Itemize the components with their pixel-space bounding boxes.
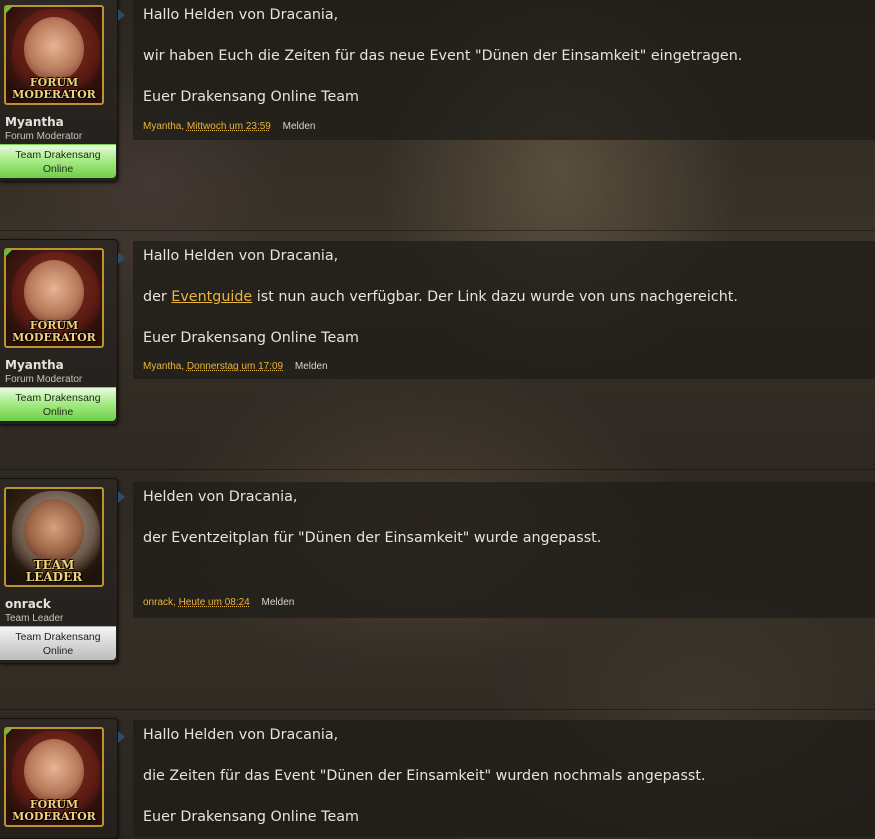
rank-badge: FORUM MODERATOR [12,319,96,344]
post-footer: Myantha, Donnerstag um 17:09 Melden [143,361,328,372]
divider [0,709,875,710]
username[interactable]: Myantha [5,115,64,129]
message-line: Hallo Helden von Dracania, [143,248,339,264]
message-line: der Eventzeitplan für "Dünen der Einsamk… [143,530,602,546]
message-line: wir haben Euch die Zeiten für das neue E… [143,48,743,64]
user-info-panel: TEAM LEADER onrack Team Leader Team Drak… [0,478,125,664]
message-line: die Zeiten für das Event "Dünen der Eins… [143,768,706,784]
status-badge: Team Drakensang Online [0,387,116,421]
username[interactable]: onrack [5,597,51,611]
message-box: Hallo Helden von Dracania, der Eventguid… [133,241,875,379]
message-box: Hallo Helden von Dracania, die Zeiten fü… [133,720,875,837]
post-date-link[interactable]: Mittwoch um 23:59 [187,121,271,132]
message-line: Euer Drakensang Online Team [143,89,359,105]
report-link[interactable]: Melden [262,597,295,608]
online-indicator-icon [6,729,14,737]
user-info-panel: FORUM MODERATOR Myantha Forum Moderator … [0,0,125,182]
rank-badge: FORUM MODERATOR [12,76,96,101]
post-arrow-icon [118,252,125,264]
online-indicator-icon [6,250,14,258]
post-date-link[interactable]: Donnerstag um 17:09 [187,361,283,372]
message-line: Helden von Dracania, [143,489,298,505]
message-body: Helden von Dracania, der Eventzeitplan f… [133,482,875,548]
rank-badge: TEAM LEADER [25,558,83,584]
message-body: Hallo Helden von Dracania, der Eventguid… [133,241,875,348]
message-line: Hallo Helden von Dracania, [143,7,339,23]
avatar[interactable]: FORUM MODERATOR [4,727,104,827]
user-info-panel: FORUM MODERATOR [0,718,125,839]
message-line: Euer Drakensang Online Team [143,330,359,346]
divider [0,469,875,470]
avatar[interactable]: FORUM MODERATOR [4,248,104,348]
report-link[interactable]: Melden [283,121,316,132]
post-footer: onrack, Heute um 08:24 Melden [143,597,294,608]
eventguide-link[interactable]: Eventguide [171,289,252,305]
post-arrow-icon [118,491,125,503]
post-author-link[interactable]: Myantha, [143,121,184,132]
status-badge: Team Drakensang Online [0,626,116,660]
post-author-link[interactable]: onrack, [143,597,176,608]
post-arrow-icon [118,731,125,743]
message-line: Hallo Helden von Dracania, [143,727,339,743]
user-info-panel: FORUM MODERATOR Myantha Forum Moderator … [0,239,125,425]
user-title: Forum Moderator [5,374,83,385]
username[interactable]: Myantha [5,358,64,372]
avatar[interactable]: TEAM LEADER [4,487,104,587]
post-arrow-icon [118,9,125,21]
divider [0,230,875,231]
report-link[interactable]: Melden [295,361,328,372]
online-indicator-icon [6,7,14,15]
status-badge: Team Drakensang Online [0,144,116,178]
message-body: Hallo Helden von Dracania, die Zeiten fü… [133,720,875,827]
message-line: der Eventguide ist nun auch verfügbar. D… [143,289,738,305]
rank-badge: FORUM MODERATOR [12,798,96,823]
user-title: Forum Moderator [5,131,83,142]
post-author-link[interactable]: Myantha, [143,361,184,372]
user-title: Team Leader [5,613,64,624]
message-box: Hallo Helden von Dracania, wir haben Euc… [133,0,875,140]
post-footer: Myantha, Mittwoch um 23:59 Melden [143,121,315,132]
avatar[interactable]: FORUM MODERATOR [4,5,104,105]
post-date-link[interactable]: Heute um 08:24 [179,597,250,608]
message-line: Euer Drakensang Online Team [143,809,359,825]
message-body: Hallo Helden von Dracania, wir haben Euc… [133,0,875,107]
